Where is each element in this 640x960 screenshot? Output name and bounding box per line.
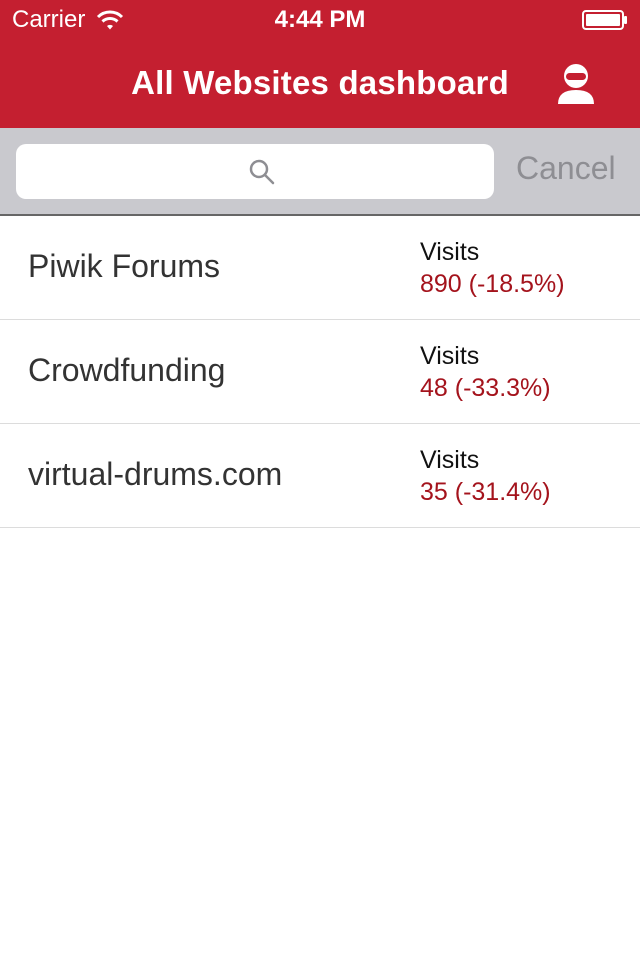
list-item[interactable]: Piwik Forums Visits 890 (-18.5%) (0, 216, 640, 320)
battery-icon (582, 10, 627, 30)
site-name: Crowdfunding (28, 352, 226, 388)
metric-value: 890 (-18.5%) (420, 270, 565, 298)
site-name: virtual-drums.com (28, 456, 283, 492)
metric-value: 48 (-33.3%) (420, 374, 551, 402)
list-item[interactable]: virtual-drums.com Visits 35 (-31.4%) (0, 424, 640, 528)
header: Carrier 4:44 PM All Websites dashboard (0, 0, 640, 128)
search-field[interactable] (16, 144, 494, 201)
status-bar: Carrier 4:44 PM (0, 0, 640, 40)
search-bar: Cancel (0, 128, 640, 216)
clock: 4:44 PM (274, 6, 366, 33)
metric-label: Visits (420, 446, 480, 474)
cancel-button[interactable]: Cancel (516, 150, 616, 187)
metric-label: Visits (420, 342, 480, 370)
list-item[interactable]: Crowdfunding Visits 48 (-33.3%) (0, 320, 640, 424)
metric-value: 35 (-31.4%) (420, 478, 551, 506)
page-title: All Websites dashboard (131, 64, 509, 101)
account-icon[interactable] (555, 62, 597, 106)
metric-label: Visits (420, 238, 480, 266)
site-list: Piwik Forums Visits 890 (-18.5%) Crowdfu… (0, 216, 640, 528)
site-name: Piwik Forums (28, 248, 221, 284)
search-input[interactable] (36, 144, 480, 201)
